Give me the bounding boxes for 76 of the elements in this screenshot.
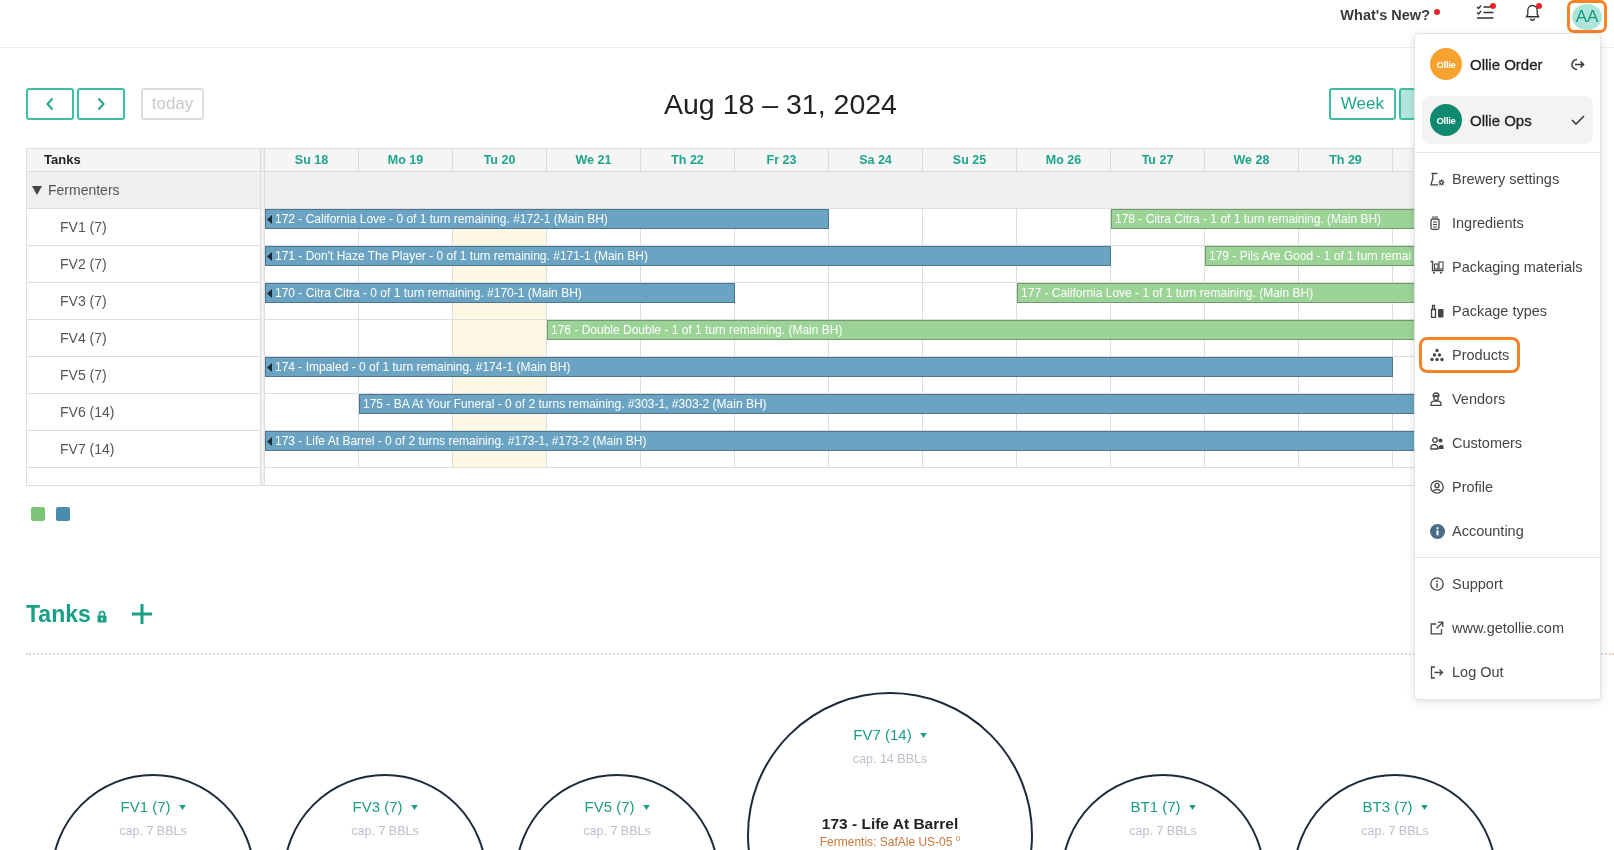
yeast-label: Fermentis: SafAle US-05 $^{0}$ bbox=[819, 835, 961, 849]
capacity-label: cap. 7 BBLs bbox=[119, 823, 187, 839]
next-button[interactable] bbox=[77, 88, 125, 120]
capacity-label: cap. 7 BBLs bbox=[1361, 823, 1429, 839]
view-button[interactable]: Week bbox=[1328, 88, 1396, 120]
caret-down-icon bbox=[1420, 804, 1428, 810]
tank-dropdown[interactable]: FV3 (7) bbox=[352, 797, 418, 817]
tank-dropdown[interactable]: BT3 (7) bbox=[1362, 797, 1428, 817]
tank-dropdown[interactable]: FV1 (7) bbox=[120, 797, 186, 817]
app-switch-item[interactable]: Ollie Ollie Ops bbox=[1422, 96, 1593, 144]
day-header: Th 29 bbox=[1299, 149, 1393, 171]
menu-item[interactable]: Package types bbox=[1419, 293, 1559, 329]
caret-down-icon bbox=[410, 804, 418, 810]
menu-item[interactable]: Accounting bbox=[1419, 513, 1535, 549]
menu-item[interactable]: Profile bbox=[1419, 469, 1505, 505]
tank-dropdown[interactable]: FV5 (7) bbox=[584, 797, 650, 817]
view-button[interactable] bbox=[1399, 88, 1414, 120]
jar-icon bbox=[1430, 216, 1440, 230]
day-header: Su 18 bbox=[265, 149, 359, 171]
day-header: We 21 bbox=[547, 149, 641, 171]
worker-icon bbox=[1430, 392, 1442, 406]
capacity-label: cap. 7 BBLs bbox=[1129, 823, 1197, 839]
menu-item[interactable]: Ingredients bbox=[1419, 205, 1535, 241]
day-header: Tu 27 bbox=[1111, 149, 1205, 171]
info-icon bbox=[1430, 523, 1445, 539]
caret-down-icon bbox=[919, 732, 927, 738]
day-header: We 28 bbox=[1205, 149, 1299, 171]
app-logo: Ollie bbox=[1430, 48, 1462, 80]
menu-item[interactable]: Brewery settings bbox=[1419, 161, 1571, 197]
chevron-right-icon bbox=[97, 97, 105, 111]
column-header: Tanks bbox=[43, 151, 82, 169]
capacity-label: cap. 7 BBLs bbox=[351, 823, 419, 839]
lock-icon[interactable] bbox=[96, 609, 107, 623]
menu-item[interactable]: Packaging materials bbox=[1419, 249, 1594, 285]
flask-gear-icon bbox=[1430, 172, 1445, 186]
menu-link[interactable]: www.getollie.com bbox=[1419, 610, 1575, 646]
menu-item[interactable]: Vendors bbox=[1419, 381, 1517, 417]
section-title: Tanks bbox=[26, 600, 91, 628]
tank-dropdown[interactable]: FV7 (14) bbox=[853, 725, 927, 745]
whats-new-link[interactable]: What's New? bbox=[1340, 6, 1430, 24]
boxes-icon bbox=[1430, 348, 1444, 362]
checklist-icon[interactable] bbox=[1476, 4, 1494, 20]
app-switch-item[interactable]: Ollie Ollie Order bbox=[1422, 40, 1593, 88]
exit-arrow-icon bbox=[1570, 57, 1585, 71]
caret-down-icon bbox=[178, 804, 186, 810]
previous-button[interactable] bbox=[26, 88, 74, 120]
user-circle-icon bbox=[1430, 480, 1444, 494]
menu-item[interactable]: Products bbox=[1419, 337, 1521, 373]
menu-item[interactable]: Customers bbox=[1419, 425, 1534, 461]
day-header: Su 25 bbox=[923, 149, 1017, 171]
capacity-label: cap. 14 BBLs bbox=[852, 751, 928, 767]
external-link-icon bbox=[1430, 621, 1444, 635]
day-header: Th 22 bbox=[641, 149, 735, 171]
add-icon[interactable] bbox=[130, 603, 153, 625]
bottles-icon bbox=[1430, 304, 1444, 318]
check-icon bbox=[1571, 115, 1585, 125]
day-header: Mo 26 bbox=[1017, 149, 1111, 171]
cart-icon bbox=[1430, 260, 1444, 274]
app-logo: Ollie bbox=[1430, 104, 1462, 136]
bell-icon[interactable] bbox=[1525, 4, 1540, 21]
capacity-label: cap. 7 BBLs bbox=[583, 823, 651, 839]
people-icon bbox=[1430, 436, 1444, 450]
tank-dropdown[interactable]: BT1 (7) bbox=[1130, 797, 1196, 817]
batch-name: 173 - Life At Barrel bbox=[821, 815, 959, 833]
day-header: Fr 23 bbox=[735, 149, 829, 171]
day-header: Sa 24 bbox=[829, 149, 923, 171]
info-icon bbox=[1430, 577, 1444, 591]
day-header: Tu 20 bbox=[453, 149, 547, 171]
day-header: Mo 19 bbox=[359, 149, 453, 171]
logout-icon bbox=[1430, 665, 1444, 679]
caret-down-icon bbox=[1188, 804, 1196, 810]
menu-link[interactable]: Log Out bbox=[1419, 654, 1515, 690]
menu-link[interactable]: Support bbox=[1419, 566, 1514, 602]
chevron-left-icon bbox=[46, 97, 54, 111]
date-range-title: Aug 18 – 31, 2024 bbox=[664, 88, 897, 120]
caret-down-icon bbox=[642, 804, 650, 810]
